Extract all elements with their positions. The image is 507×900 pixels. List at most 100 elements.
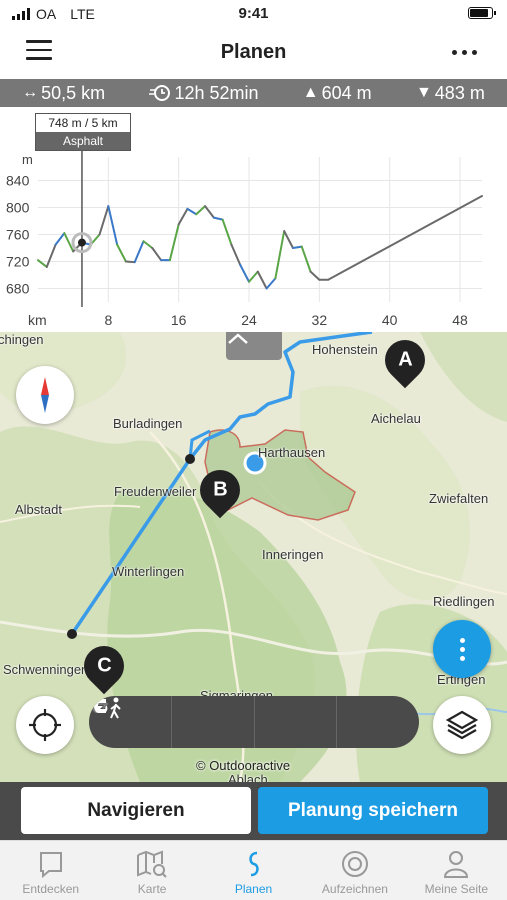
redo-button[interactable] (92, 696, 338, 748)
tab-label: Entdecken (22, 882, 80, 896)
compass-icon (41, 377, 49, 413)
save-plan-button[interactable]: Planung speichern (258, 787, 488, 834)
tab-meine-seite[interactable]: Meine Seite (406, 841, 507, 900)
elevation-segment (239, 263, 251, 283)
elevation-segment (98, 205, 110, 236)
elevation-segment (107, 205, 119, 246)
marker-label: B (212, 478, 228, 501)
map-view[interactable]: chingen Hohenstein Burladingen Harthause… (0, 332, 507, 782)
elevation-segment (221, 218, 233, 246)
route-stats-bar: ↔ 50,5 km 12h 52min ▲ 604 m ▼ 483 m (0, 79, 507, 107)
duration-stat: 12h 52min (149, 82, 259, 104)
layers-icon (445, 710, 479, 740)
x-tick-label: 48 (452, 312, 468, 328)
y-tick-label: 680 (6, 281, 30, 297)
elevation-segment (248, 270, 259, 283)
tab-label: Meine Seite (424, 882, 489, 896)
more-actions-button[interactable] (433, 620, 491, 678)
page-title: Planen (220, 41, 287, 63)
action-bar: Navigieren Planung speichern (0, 782, 507, 840)
descent-icon: ▼ (415, 84, 432, 101)
ascent-icon: ▲ (302, 84, 319, 101)
x-tick-label: 24 (241, 312, 257, 328)
profile-icon (444, 851, 469, 878)
collapse-chart-button[interactable] (226, 332, 282, 360)
elevation-segment (168, 223, 180, 262)
tab-label: Planen (234, 882, 273, 896)
snap-button[interactable] (94, 696, 419, 748)
x-tick-label: 8 (104, 312, 112, 328)
chart-cursor-point (77, 238, 86, 247)
elevation-segment (186, 207, 198, 216)
place-label: Hohenstein (312, 342, 378, 357)
magnet-icon (94, 699, 106, 713)
place-label: Freudenweiler (114, 484, 197, 499)
status-time: 9:41 (238, 5, 269, 22)
elevation-segment (212, 216, 224, 221)
tooltip-value: 748 m / 5 km (48, 116, 118, 130)
tab-bar: Entdecken Karte Planen Aufzeichnen Meine… (0, 840, 507, 900)
compass-button[interactable] (16, 366, 74, 424)
place-label: Riedlingen (433, 594, 495, 609)
descent-stat: ▼ 483 m (416, 83, 485, 104)
y-axis-label: m (22, 152, 33, 167)
elevation-segment (327, 195, 483, 281)
map-search-icon (137, 850, 167, 878)
marker-label: C (96, 654, 112, 677)
layers-button[interactable] (433, 696, 491, 754)
y-tick-label: 720 (6, 254, 30, 270)
navigate-button[interactable]: Navigieren (21, 787, 251, 834)
x-tick-label: 32 (312, 312, 328, 328)
elevation-segment (151, 247, 163, 262)
place-label: Inneringen (262, 547, 324, 562)
undo-button[interactable] (91, 696, 255, 748)
elevation-chart[interactable]: 840 800 760 720 680 8 16 24 32 40 48 m km 748 m / 5 … (0, 107, 507, 332)
elevation-segment (300, 245, 312, 273)
elevation-segment (177, 207, 189, 226)
y-tick-label: 800 (6, 200, 30, 216)
tab-aufzeichnen[interactable]: Aufzeichnen (304, 841, 405, 900)
x-axis-label: km (28, 312, 47, 328)
duration-value: 12h 52min (174, 82, 259, 103)
locate-button[interactable] (16, 696, 74, 754)
place-label: Harthausen (258, 445, 326, 460)
place-label: chingen (0, 332, 44, 347)
tab-label: Aufzeichnen (321, 882, 388, 896)
elevation-segment (133, 240, 145, 264)
crosshair-icon (29, 709, 61, 741)
marker-label: A (397, 348, 413, 371)
y-tick-label: 760 (6, 227, 30, 243)
chevron-up-icon (228, 333, 248, 344)
place-label: Albstadt (15, 502, 62, 517)
y-tick-label: 840 (6, 173, 30, 189)
elevation-segment (116, 243, 127, 263)
place-label: Zwiefalten (429, 491, 489, 506)
elevation-segment (45, 243, 57, 268)
record-icon (341, 851, 368, 877)
elevation-segment (256, 270, 268, 290)
ascent-stat: ▲ 604 m (303, 83, 372, 104)
x-tick-label: 16 (171, 312, 187, 328)
nav-bar: Planen (0, 28, 507, 78)
elevation-segment (309, 270, 321, 281)
place-label: Winterlingen (112, 564, 185, 579)
clock-icon (149, 85, 171, 101)
place-label: Aichelau (371, 411, 421, 426)
distance-value: 50,5 km (41, 82, 106, 103)
map-copyright: © Outdooractive (196, 758, 291, 773)
tooltip-surface: Asphalt (36, 132, 130, 150)
tab-entdecken[interactable]: Entdecken (0, 841, 101, 900)
tab-planen[interactable]: Planen (203, 841, 304, 900)
elevation-segment (283, 230, 294, 249)
ascent-value: 604 m (321, 82, 372, 103)
more-options-icon[interactable] (452, 50, 477, 55)
route-icon (248, 851, 259, 877)
elevation-segment (274, 230, 286, 280)
tab-karte[interactable]: Karte (101, 841, 202, 900)
elevation-segment (124, 260, 136, 264)
chart-tooltip: 748 m / 5 km Asphalt (35, 113, 131, 151)
place-label: Schwenningen (3, 662, 89, 677)
distance-icon: ↔ (22, 84, 39, 101)
elevation-segment (142, 240, 154, 249)
chat-icon (39, 852, 62, 879)
